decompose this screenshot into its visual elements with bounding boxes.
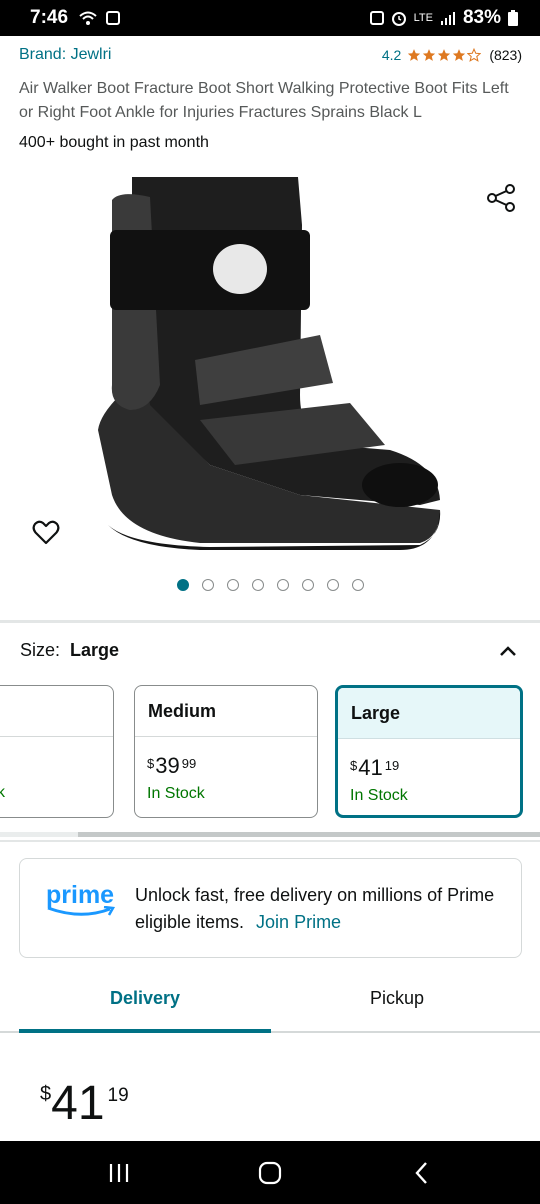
size-option-stock: In Stock [147, 785, 205, 802]
tab-active-indicator [19, 1029, 271, 1033]
pagination-dot[interactable] [252, 579, 264, 591]
section-divider [0, 620, 540, 623]
status-time: 7:46 [30, 7, 69, 28]
system-nav-bar [0, 1141, 540, 1204]
prime-message: Unlock fast, free delivery on millions o… [135, 885, 495, 932]
recent-apps-icon[interactable] [105, 1159, 133, 1187]
rating-value: 4.2 [381, 47, 402, 63]
size-option-price: $ 39 99 [147, 753, 197, 778]
star-full-icon [423, 49, 436, 61]
size-selector-header[interactable]: Size: Large [20, 640, 518, 661]
image-pagination-dots [177, 579, 364, 591]
buybox-price: $ 41 19 [40, 1077, 129, 1130]
rating-count: (823) [489, 47, 522, 63]
app-notification-icon [106, 11, 121, 25]
stock-partial: k [0, 784, 5, 801]
tab-delivery[interactable]: Delivery [19, 988, 271, 1009]
size-scrollbar[interactable] [78, 832, 540, 837]
recycle-icon [369, 11, 384, 25]
star-full-icon [408, 49, 421, 61]
alarm-icon [391, 12, 406, 26]
pagination-dot[interactable] [227, 579, 239, 591]
chevron-up-icon[interactable] [498, 644, 518, 658]
size-label: Size: [20, 640, 61, 660]
bought-in-past-month: 400+ bought in past month [19, 134, 209, 151]
share-icon[interactable] [485, 182, 517, 214]
home-icon[interactable] [256, 1159, 284, 1187]
brand-rating-row: Brand: Jewlri 4.2 (823) [19, 42, 522, 68]
star-full-icon [438, 49, 451, 61]
pagination-dot[interactable] [177, 579, 189, 591]
tab-pickup[interactable]: Pickup [271, 988, 523, 1009]
product-title: Air Walker Boot Fracture Boot Short Walk… [19, 80, 509, 121]
size-option-name: Large [338, 688, 520, 739]
wifi-icon [79, 11, 97, 25]
pagination-dot[interactable] [202, 579, 214, 591]
heart-icon[interactable] [31, 517, 61, 547]
signal-icon [440, 12, 455, 25]
size-card-medium[interactable]: Medium $ 39 99 In Stock [134, 685, 318, 818]
back-icon[interactable] [408, 1159, 436, 1187]
size-value: Large [70, 640, 120, 660]
brand-link[interactable]: Brand: Jewlri [19, 46, 111, 64]
status-bar: 7:46 LTE 83% [0, 0, 540, 36]
size-option-name: Medium [135, 686, 317, 737]
star-empty-icon [467, 48, 482, 62]
product-image[interactable] [0, 165, 540, 565]
prime-banner[interactable]: prime Unlock fast, free delivery on mill… [19, 858, 522, 958]
network-label: LTE [413, 12, 433, 24]
join-prime-link[interactable]: Join Prime [256, 912, 341, 932]
rating-summary[interactable]: 4.2 (823) [382, 47, 522, 63]
battery-percent: 83% [462, 7, 501, 28]
pagination-dot[interactable] [352, 579, 364, 591]
prime-logo: prime [46, 881, 116, 918]
pagination-dot[interactable] [277, 579, 289, 591]
star-full-icon [453, 49, 466, 61]
size-card-large[interactable]: Large $ 41 19 In Stock [335, 685, 523, 818]
pagination-dot[interactable] [327, 579, 339, 591]
size-card-partial[interactable] [0, 685, 114, 818]
size-option-price: $ 41 19 [350, 755, 400, 780]
size-option-stock: In Stock [350, 787, 408, 804]
battery-icon [508, 10, 518, 26]
star-rating [407, 48, 482, 62]
pagination-dot[interactable] [302, 579, 314, 591]
